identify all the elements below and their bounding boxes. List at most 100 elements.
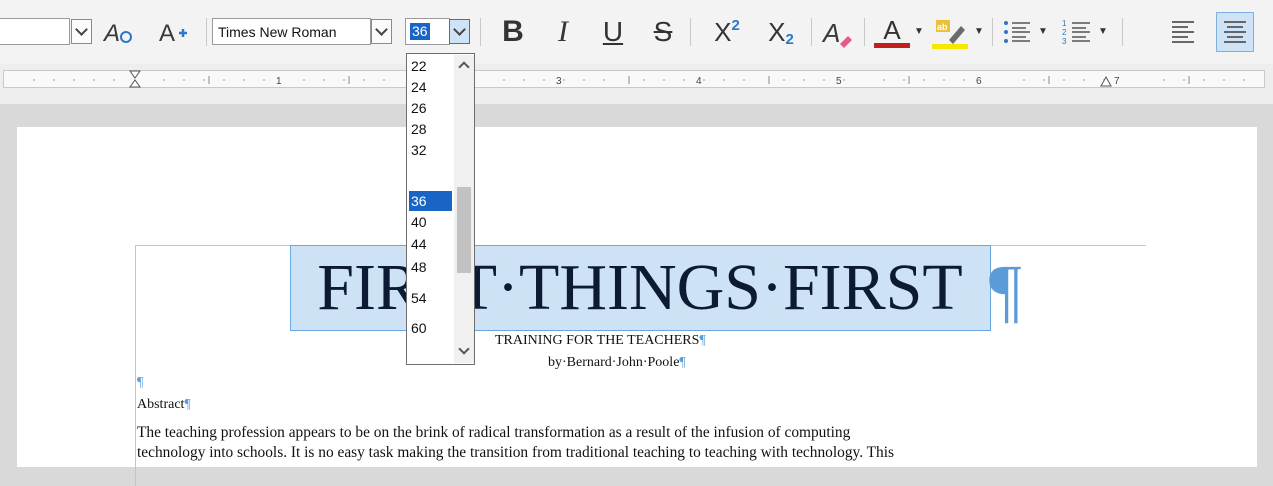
paragraph-mark: ¶ (184, 397, 191, 412)
strikethrough-icon: S (653, 16, 673, 47)
chevron-down-icon (75, 23, 88, 36)
bullet-list-icon (1004, 21, 1030, 43)
bullet-list-button[interactable] (1000, 14, 1034, 50)
svg-text:ab: ab (937, 22, 948, 32)
font-size-option-selected[interactable]: 36 (409, 191, 452, 211)
svg-text:A: A (102, 20, 120, 47)
highlight-color-button[interactable]: ab (930, 12, 970, 52)
italic-icon: I (558, 15, 568, 48)
toolbar-separator (480, 18, 481, 46)
font-size-option[interactable]: 44 (409, 234, 452, 254)
highlight-color-swatch (932, 43, 968, 49)
underline-button[interactable]: U (596, 14, 630, 50)
numbered-list-button[interactable]: 1 2 3 (1060, 14, 1094, 50)
update-style-icon: A (102, 20, 132, 47)
svg-text:3: 3 (1062, 37, 1067, 46)
superscript-button[interactable]: X 2 (704, 14, 750, 50)
document-title[interactable]: FIRST·THINGS·FIRST (290, 248, 990, 328)
font-size-value: 36 (410, 23, 430, 40)
paragraph-mark: ¶ (989, 250, 1022, 330)
scrollbar-thumb[interactable] (457, 187, 471, 273)
font-color-icon: A (883, 14, 901, 45)
align-left-icon (1172, 21, 1194, 43)
toolbar-separator (811, 18, 812, 46)
font-size-option[interactable]: 22 (409, 56, 452, 76)
font-size-dropdown-button[interactable] (449, 19, 470, 44)
numbered-list-icon: 1 2 3 (1062, 19, 1090, 46)
formatting-toolbar: A A Times New Roman 36 B I U S X 2 X 2 A… (0, 0, 1273, 65)
strikethrough-button[interactable]: S (646, 14, 680, 50)
font-name-box[interactable]: Times New Roman (212, 18, 371, 45)
dropdown-scrollbar[interactable] (454, 55, 474, 363)
ruler-strip: 1 2 3 4 5 6 7 (3, 70, 1265, 88)
paragraph-mark: ¶ (699, 333, 706, 348)
paragraph-style-dropdown-button[interactable] (71, 19, 92, 44)
paragraph-mark: ¶ (137, 375, 144, 390)
toolbar-separator (206, 18, 207, 46)
triangle-down-icon: ▼ (914, 25, 924, 37)
paragraph-style-box[interactable] (0, 18, 70, 45)
font-color-button[interactable]: A (872, 12, 912, 52)
align-left-button[interactable] (1166, 14, 1200, 50)
font-size-dropdown-list[interactable]: 22 24 26 28 32 36 40 44 48 54 60 (406, 53, 475, 365)
ruler-number: 4 (696, 76, 702, 87)
font-size-option[interactable]: 32 (409, 140, 452, 160)
toolbar-separator (690, 18, 691, 46)
toolbar-separator (1122, 18, 1123, 46)
toolbar-separator (992, 18, 993, 46)
clear-formatting-button[interactable]: A (817, 14, 857, 50)
font-name-value: Times New Roman (218, 23, 337, 40)
paragraph-mark: ¶ (679, 355, 686, 370)
left-indent-marker[interactable] (129, 70, 141, 88)
chevron-down-icon (375, 23, 388, 36)
chevron-down-icon (453, 23, 466, 36)
triangle-down-icon: ▼ (1038, 25, 1048, 37)
font-size-option[interactable]: 54 (409, 288, 452, 308)
italic-button[interactable]: I (546, 14, 580, 50)
abstract-heading[interactable]: Abstract¶ (137, 397, 191, 413)
clear-formatting-icon: A (821, 18, 852, 48)
triangle-down-icon: ▼ (1098, 25, 1108, 37)
body-paragraph-line[interactable]: The teaching profession appears to be on… (137, 424, 850, 442)
ruler-number: 7 (1114, 76, 1120, 87)
subscript-button[interactable]: X 2 (758, 14, 804, 50)
ruler-ticks (33, 76, 1245, 84)
svg-text:A: A (821, 18, 840, 48)
author-text: by·Bernard·John·Poole (548, 355, 680, 370)
svg-text:A: A (159, 20, 175, 47)
font-color-dropdown[interactable]: ▼ (912, 22, 926, 40)
ruler-number: 3 (556, 76, 562, 87)
update-style-button[interactable]: A (101, 16, 135, 48)
numbered-list-dropdown[interactable]: ▼ (1096, 22, 1110, 40)
superscript-mark: 2 (731, 16, 740, 34)
subtitle-text: TRAINING FOR THE TEACHERS (495, 333, 700, 348)
subscript-icon: X (768, 16, 786, 47)
subscript-mark: 2 (785, 30, 794, 48)
font-size-option[interactable]: 40 (409, 212, 452, 232)
font-size-option[interactable]: 26 (409, 98, 452, 118)
ruler-number: 1 (276, 76, 282, 87)
font-name-dropdown-button[interactable] (371, 19, 392, 44)
font-size-option[interactable]: 48 (409, 257, 452, 277)
body-paragraph-line[interactable]: technology into schools. It is no easy t… (137, 444, 894, 462)
horizontal-ruler[interactable]: 1 2 3 4 5 6 7 (0, 64, 1273, 104)
ruler-number: 6 (976, 76, 982, 87)
bold-button[interactable]: B (496, 14, 530, 50)
svg-text:2: 2 (1062, 28, 1067, 37)
align-center-button[interactable] (1216, 12, 1254, 52)
font-color-swatch (874, 42, 910, 48)
highlight-color-dropdown[interactable]: ▼ (972, 22, 986, 40)
new-style-button[interactable]: A (156, 16, 190, 48)
font-size-box[interactable]: 36 (405, 18, 450, 45)
document-subtitle[interactable]: TRAINING FOR THE TEACHERS¶ (495, 333, 706, 349)
scroll-down-icon[interactable] (458, 343, 470, 355)
font-size-option[interactable]: 24 (409, 77, 452, 97)
font-size-option[interactable]: 60 (409, 318, 452, 338)
triangle-down-icon: ▼ (974, 25, 984, 37)
bullet-list-dropdown[interactable]: ▼ (1036, 22, 1050, 40)
right-indent-marker[interactable] (1100, 75, 1112, 87)
document-author[interactable]: by·Bernard·John·Poole¶ (548, 355, 686, 371)
toolbar-separator (864, 18, 865, 46)
font-size-option[interactable]: 28 (409, 119, 452, 139)
scroll-up-icon[interactable] (458, 61, 470, 73)
